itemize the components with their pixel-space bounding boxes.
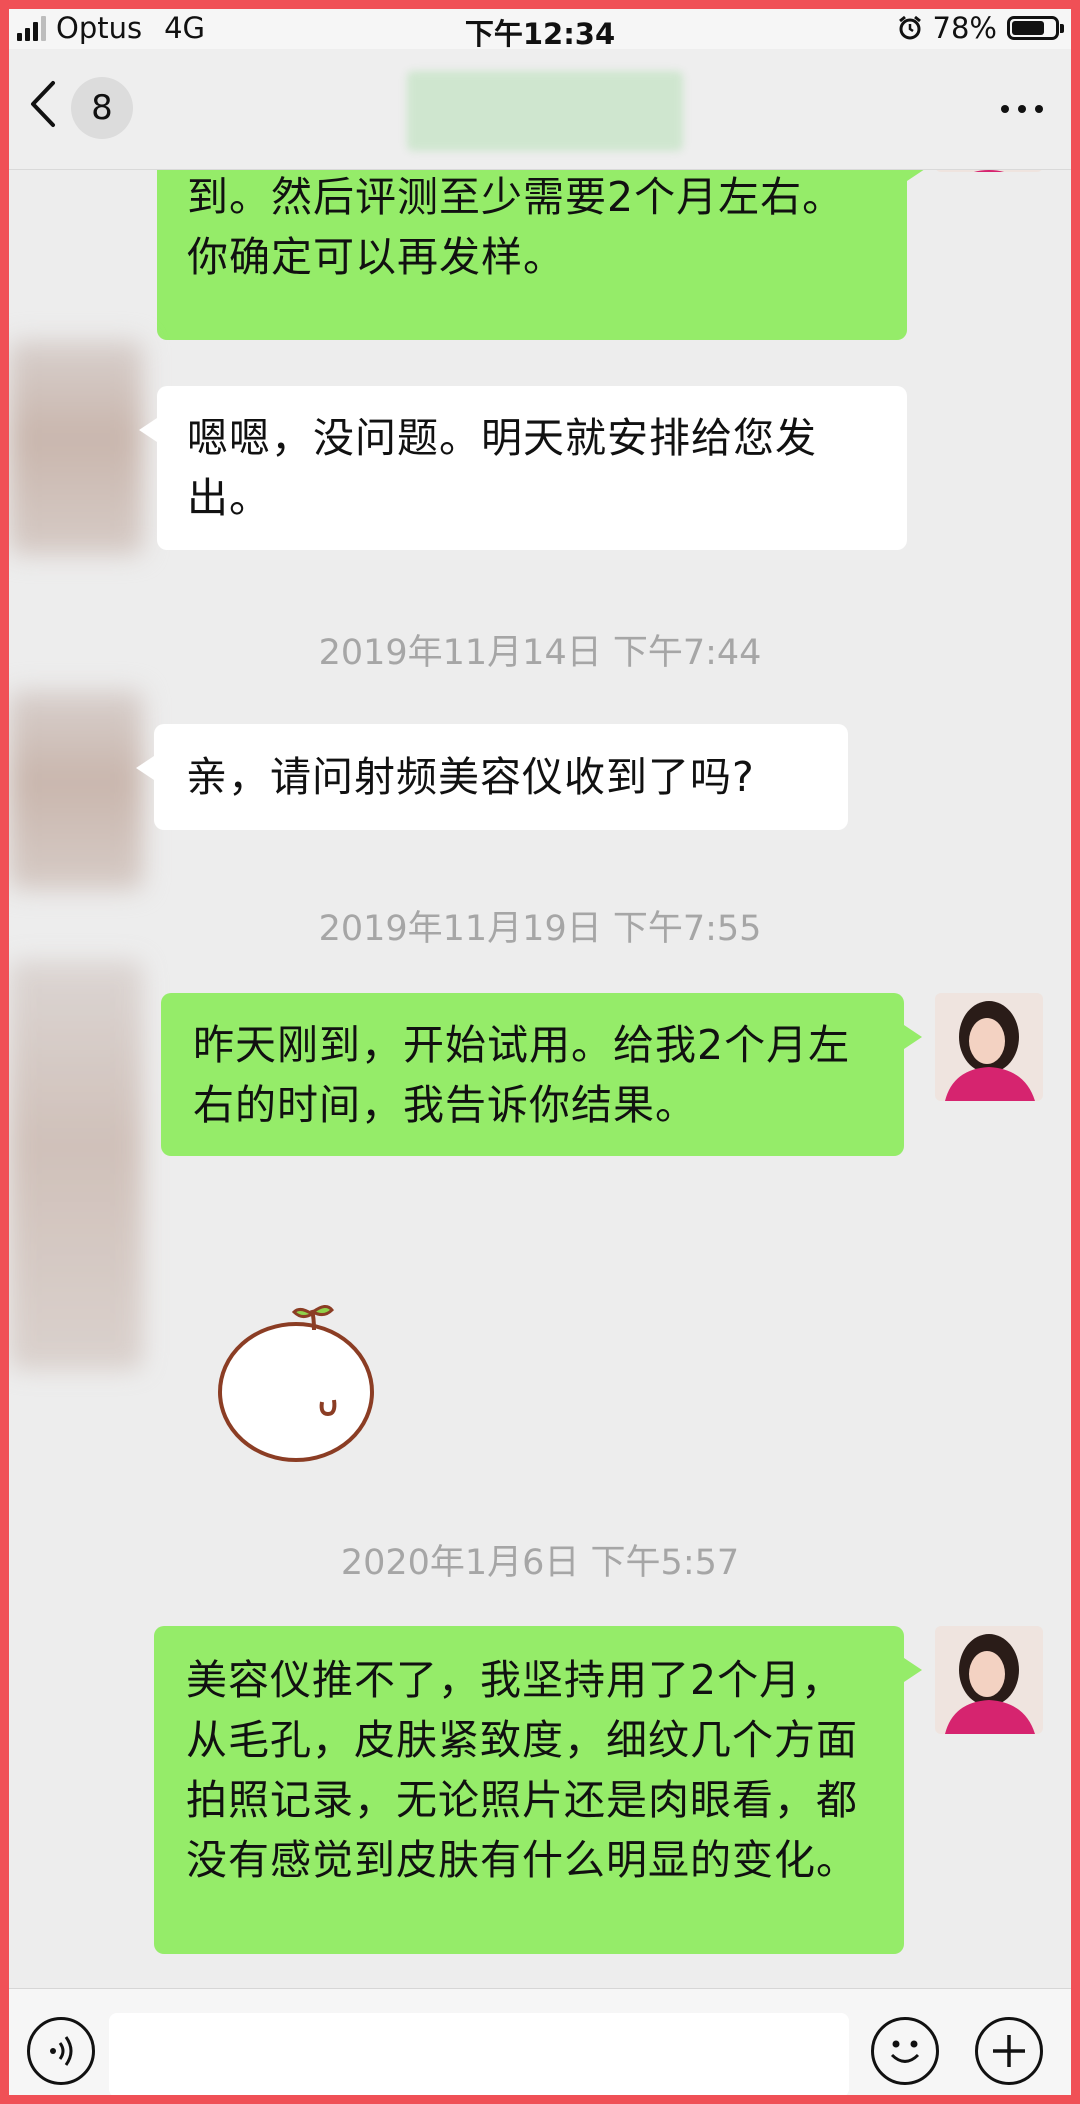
message-text: 嗯嗯，没问题。明天就安排给您发出。 xyxy=(187,414,817,522)
battery-icon xyxy=(1007,16,1064,40)
timestamp: 2020年1月6日 下午5:57 xyxy=(340,1543,740,1583)
unread-count-badge[interactable]: 8 xyxy=(71,77,133,139)
sprout-bun-sticker-icon xyxy=(218,1305,374,1462)
voice-button[interactable] xyxy=(27,2017,95,2085)
message-bubble-received[interactable]: 嗯嗯，没问题。明天就安排给您发出。 xyxy=(139,386,907,550)
contact-avatar[interactable] xyxy=(9,340,143,555)
emoji-icon xyxy=(890,2040,920,2063)
message-input[interactable] xyxy=(109,2013,849,2097)
message-text: 美容仪推不了，我坚持用了2个月，从毛孔，皮肤紧致度，细纹几个方面拍照记录，无论照… xyxy=(186,1656,858,1884)
more-button[interactable] xyxy=(1001,105,1043,113)
battery-percent: 78% xyxy=(932,11,997,45)
plus-icon xyxy=(993,2035,1025,2067)
timestamp: 2019年11月19日 下午7:55 xyxy=(318,909,762,949)
more-functions-button[interactable] xyxy=(975,2017,1043,2085)
message-text: 亲，请问射频美容仪收到了吗? xyxy=(186,753,755,801)
message-list[interactable]: 公司寄过来。需要一段时间才能收到。然后评测至少需要2个月左右。你确定可以再发样。… xyxy=(0,0,1080,2104)
contact-avatar[interactable] xyxy=(9,690,143,890)
contact-avatar[interactable] xyxy=(9,960,143,1370)
alarm-icon xyxy=(898,15,921,40)
more-icon xyxy=(1001,105,1009,113)
my-avatar[interactable] xyxy=(935,993,1043,1101)
battery-level xyxy=(1012,21,1044,35)
sticker-message[interactable] xyxy=(210,1300,380,1470)
back-button[interactable] xyxy=(27,79,67,129)
timestamp: 2019年11月14日 下午7:44 xyxy=(318,633,762,673)
message-bubble-sent[interactable]: 美容仪推不了，我坚持用了2个月，从毛孔，皮肤紧致度，细纹几个方面拍照记录，无论照… xyxy=(154,1626,922,1954)
emoji-button[interactable] xyxy=(871,2017,939,2085)
input-bar xyxy=(9,1988,1071,2097)
message-text: 昨天刚到，开始试用。给我2个月左右的时间，我告诉你结果。 xyxy=(193,1021,851,1129)
chat-header: 8 xyxy=(9,49,1071,170)
message-bubble-received[interactable]: 亲，请问射频美容仪收到了吗? xyxy=(136,724,848,830)
back-chevron-icon xyxy=(31,81,55,127)
status-bar: Optus 4G 下午12:34 78% xyxy=(9,9,1071,51)
avatar-photo-icon xyxy=(935,993,1043,1101)
chat-title xyxy=(407,71,683,151)
avatar-photo-icon xyxy=(935,1626,1043,1734)
voice-icon xyxy=(50,2036,73,2066)
message-bubble-sent[interactable]: 昨天刚到，开始试用。给我2个月左右的时间，我告诉你结果。 xyxy=(161,993,922,1156)
my-avatar[interactable] xyxy=(935,1626,1043,1734)
